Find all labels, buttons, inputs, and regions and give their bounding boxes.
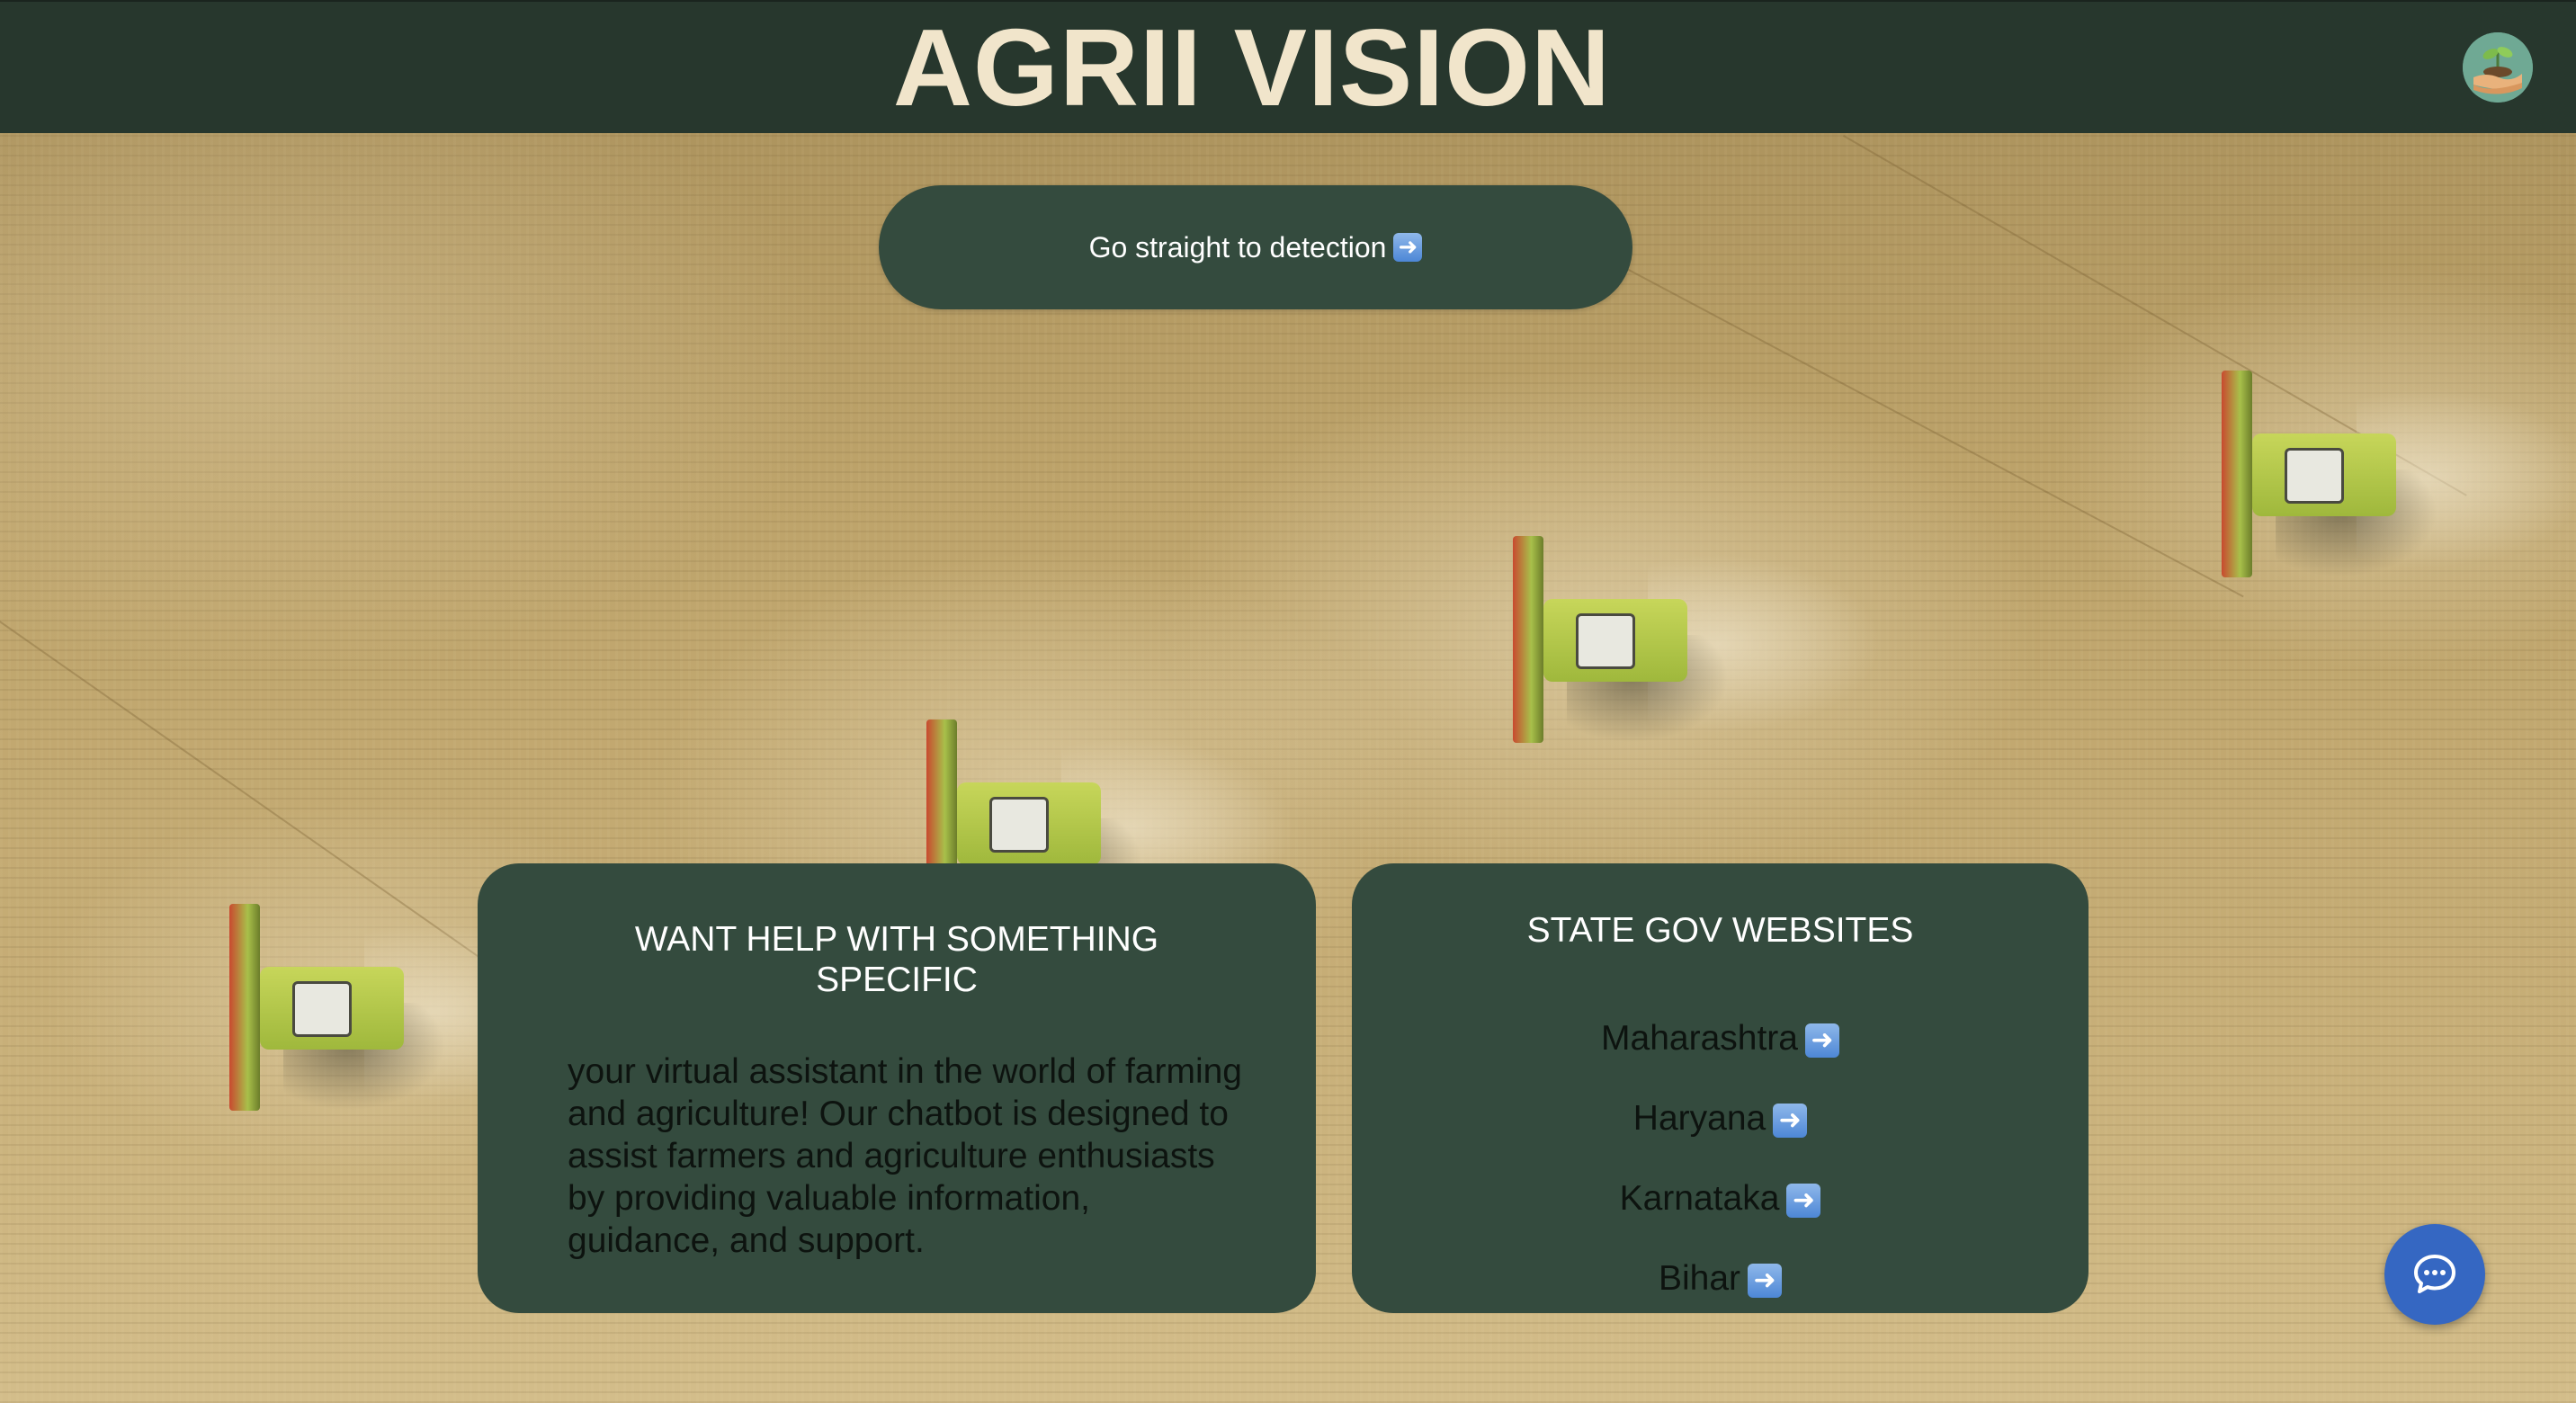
right-arrow-icon: ➜ [1804,1023,1839,1058]
top-header-bar: AGRII VISION [0,0,2576,133]
go-to-detection-button[interactable]: Go straight to detection ➜ [879,185,1632,309]
gov-card-title: STATE GOV WEBSITES [1526,911,1914,950]
app-title: AGRII VISION [892,6,1612,129]
right-arrow-icon: ➜ [1748,1263,1783,1298]
combine-harvester-image [1513,536,1882,743]
combine-harvester-image [229,904,598,1111]
state-link-bihar[interactable]: Bihar ➜ [1352,1258,2089,1338]
state-link-maharashtra[interactable]: Maharashtra ➜ [1352,1018,2089,1098]
right-arrow-icon: ➜ [1773,1103,1808,1138]
state-link-label: Haryana [1632,1099,1767,1138]
detect-button-label: Go straight to detection [1088,230,1387,264]
state-link-karnataka[interactable]: Karnataka ➜ [1352,1178,2089,1258]
chatbot-help-card: WANT HELP WITH SOMETHING SPECIFIC your v… [478,863,1316,1313]
chat-open-button[interactable] [2384,1224,2485,1325]
state-links-list: Maharashtra ➜ Haryana ➜ Karnataka ➜ Bihar ➜ [1352,1018,2089,1338]
page: AGRII VISION Go straight to detection ➜ … [0,0,2576,1403]
plant-in-hand-icon[interactable] [2463,32,2533,103]
help-card-title: WANT HELP WITH SOMETHING SPECIFIC [634,920,1159,999]
help-card-description: your virtual assistant in the world of f… [568,1052,1242,1260]
chat-bubble-icon [2414,1255,2455,1293]
state-link-label: Maharashtra [1601,1019,1798,1058]
state-link-label: Karnataka [1619,1179,1780,1218]
combine-harvester-image [2222,371,2576,577]
state-link-label: Bihar [1658,1259,1741,1298]
state-link-haryana[interactable]: Haryana ➜ [1352,1098,2089,1178]
right-arrow-icon: ➜ [1786,1183,1821,1218]
state-gov-websites-card: STATE GOV WEBSITES Maharashtra ➜ Haryana ➜… [1352,863,2089,1313]
right-arrow-icon: ➜ [1393,233,1423,262]
